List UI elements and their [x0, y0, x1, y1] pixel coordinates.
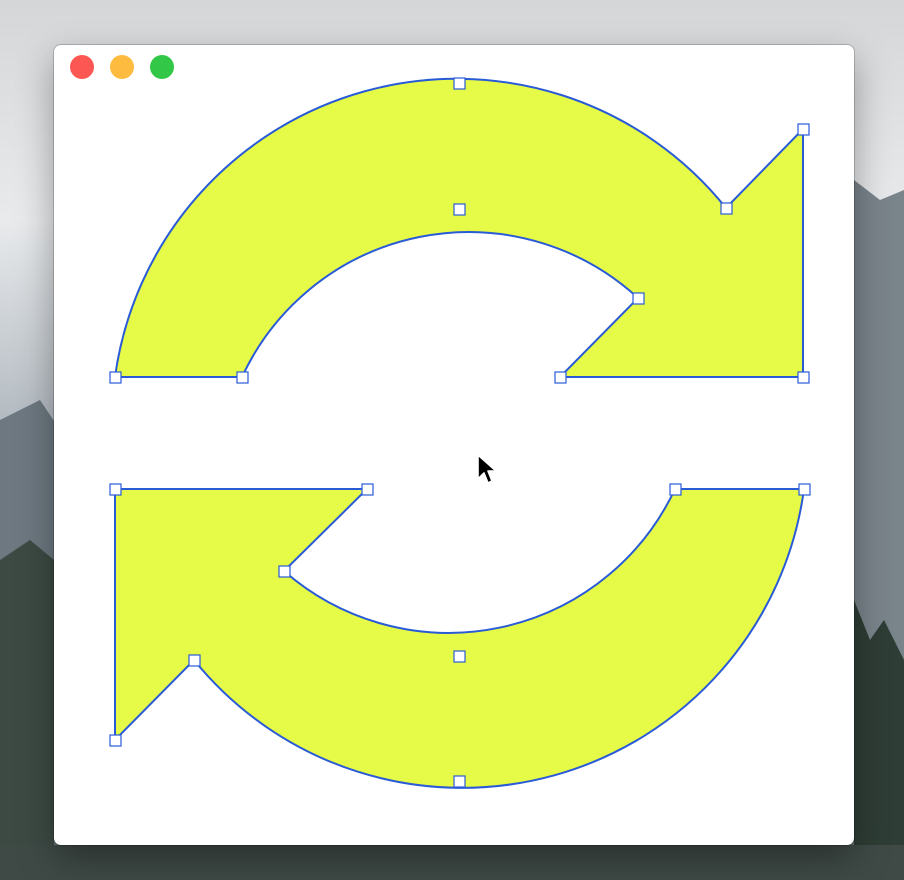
handle-bottom-inner-apex[interactable]	[453, 650, 466, 663]
handle-bottom-outer-right[interactable]	[798, 483, 811, 496]
bottom-arrow-shape[interactable]	[114, 488, 806, 789]
handle-bottom-arc-apex[interactable]	[453, 775, 466, 788]
handle-bottom-arrow-notch[interactable]	[188, 654, 201, 667]
handle-bottom-inner-notch[interactable]	[278, 565, 291, 578]
handle-top-arc-apex[interactable]	[453, 77, 466, 90]
handle-bottom-arrow-tip[interactable]	[109, 734, 122, 747]
arrow-pointer-icon	[477, 454, 497, 484]
desktop-wallpaper	[0, 0, 904, 880]
handle-top-base-left[interactable]	[554, 371, 567, 384]
handle-top-arrow-notch[interactable]	[720, 202, 733, 215]
handle-bottom-base-right[interactable]	[361, 483, 374, 496]
handle-top-arrow-tip[interactable]	[797, 123, 810, 136]
top-arrow-shape[interactable]	[113, 77, 804, 378]
drawing-canvas[interactable]	[54, 45, 854, 845]
handle-top-inner-left[interactable]	[236, 371, 249, 384]
handle-top-inner-notch[interactable]	[632, 292, 645, 305]
handle-top-inner-apex[interactable]	[453, 203, 466, 216]
handle-bottom-inner-right[interactable]	[669, 483, 682, 496]
app-window	[54, 45, 854, 845]
handle-top-base-right[interactable]	[797, 371, 810, 384]
handle-top-outer-left[interactable]	[109, 371, 122, 384]
handle-bottom-top-left[interactable]	[109, 483, 122, 496]
